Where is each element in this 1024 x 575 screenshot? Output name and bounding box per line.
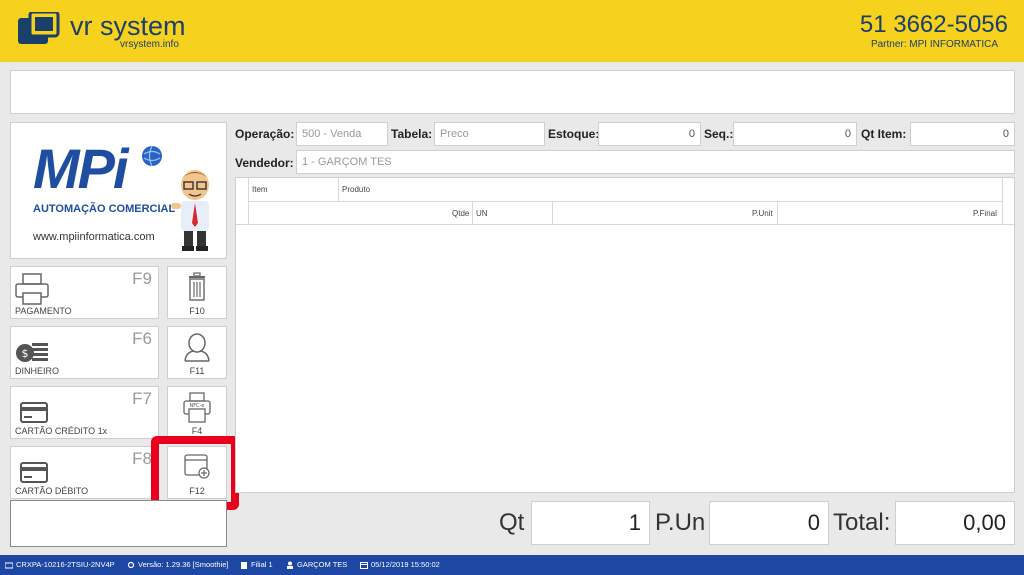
partner-label: Partner: MPI INFORMATICA [870, 39, 998, 50]
unit-price-label: P.Un [655, 509, 706, 536]
col-unit-header[interactable]: UN [476, 209, 488, 218]
f9-key-label: F9 [132, 269, 152, 288]
status-version: Versão: 1.29.36 [Smoothie] [127, 560, 228, 569]
gear-icon [127, 561, 135, 568]
unit-price-field: 0 [709, 501, 829, 545]
keyboard-icon [5, 562, 13, 568]
f6-key-label: F6 [132, 329, 152, 348]
stock-field[interactable]: 0 [598, 122, 701, 146]
partner-logo-panel: MPi AUTOMAÇÃO COMERCIAL www.mpiinformati… [10, 122, 227, 259]
stock-label: Estoque: [548, 127, 600, 141]
table-label: Tabela: [391, 127, 433, 141]
status-user: GARÇOM TES [286, 560, 347, 569]
message-bar [10, 70, 1015, 114]
delete-item-button[interactable]: F10 [167, 266, 227, 319]
f8-key-label: F8 [132, 449, 152, 468]
debit-card-button[interactable]: F8 CARTÃO DÉBITO [10, 446, 159, 499]
cash-button[interactable]: $ F6 DINHEIRO [10, 326, 159, 379]
mpi-subtitle: AUTOMAÇÃO COMERCIAL [33, 203, 176, 215]
qt-item-label: Qt Item: [861, 127, 907, 141]
seller-field[interactable]: 1 - GARÇOM TES [296, 150, 1015, 174]
f11-key-label: F11 [189, 366, 205, 376]
nfce-button[interactable]: NFC-e F4 [167, 386, 227, 439]
f7-key-label: F7 [132, 389, 152, 408]
machine-id: CRXPA-10216-2TSIU-2NV4P [16, 560, 115, 569]
seller-label: Vendedor: [235, 156, 294, 170]
mascot-icon [171, 170, 209, 251]
printer-icon [15, 273, 49, 305]
status-filial: Filial 1 [240, 560, 273, 569]
brand-website: vrsystem.info [120, 39, 179, 50]
globe-icon [142, 145, 162, 167]
seller-button[interactable]: F11 [167, 326, 227, 379]
seq-label: Seq.: [704, 127, 734, 141]
col-unit-price-header[interactable]: P.Unit [752, 209, 773, 218]
credit-card-button[interactable]: F7 CARTÃO CRÉDITO 1x [10, 386, 159, 439]
col-qty-header[interactable]: Qtde [452, 209, 469, 218]
operation-field[interactable]: 500 - Venda [296, 122, 388, 146]
credit-card-label: CARTÃO CRÉDITO 1x [15, 426, 108, 436]
seq-field[interactable]: 0 [733, 122, 857, 146]
mpi-logo-text: MPi [33, 137, 129, 200]
col-final-price-header[interactable]: P.Final [973, 209, 997, 218]
operation-label: Operação: [235, 127, 295, 141]
status-datetime: 05/12/2019 15:50:02 [360, 560, 440, 569]
qt-total-label: Qt [499, 509, 525, 536]
status-bar: CRXPA-10216-2TSIU-2NV4P Versão: 1.29.36 … [0, 555, 1024, 575]
version-text: Versão: 1.29.36 [Smoothie] [138, 560, 229, 569]
debit-card-label: CARTÃO DÉBITO [15, 486, 89, 496]
cash-label: DINHEIRO [15, 366, 60, 376]
app-header: vr system vrsystem.info 51 3662-5056 Par… [0, 0, 1024, 62]
brand-name: vr system [70, 11, 186, 41]
table-field[interactable]: Preco [434, 122, 545, 146]
support-phone: 51 3662-5056 [859, 11, 1008, 38]
building-icon [241, 561, 247, 569]
filial-text: Filial 1 [251, 560, 273, 569]
debit-card-icon [20, 462, 48, 483]
qt-total-field: 1 [531, 501, 650, 545]
credit-card-icon [20, 402, 48, 423]
barcode-input[interactable] [10, 500, 227, 547]
payment-button[interactable]: F9 PAGAMENTO [10, 266, 159, 319]
col-product-header[interactable]: Produto [342, 185, 370, 194]
vr-logo-icon [18, 12, 60, 44]
f4-key-label: F4 [191, 426, 203, 436]
trash-icon [189, 272, 205, 301]
status-machine: CRXPA-10216-2TSIU-2NV4P [5, 560, 115, 569]
total-label: Total: [833, 509, 891, 536]
user-icon [287, 561, 293, 569]
calendar-icon [360, 561, 368, 569]
payment-label: PAGAMENTO [15, 306, 72, 316]
datetime-text: 05/12/2019 15:50:02 [371, 560, 440, 569]
qt-item-field[interactable]: 0 [910, 122, 1015, 146]
user-icon [184, 333, 210, 362]
money-icon: $ [16, 343, 48, 362]
total-field: 0,00 [895, 501, 1015, 545]
mpi-website: www.mpiinformatica.com [33, 231, 155, 243]
svg-text:$: $ [22, 347, 29, 360]
nfce-printer-icon: NFC-e [183, 392, 211, 423]
col-item-header[interactable]: Item [252, 185, 268, 194]
nfce-icon-text: NFC-e [190, 403, 205, 409]
f10-key-label: F10 [189, 306, 205, 316]
f12-highlight-box [151, 436, 239, 510]
user-text: GARÇOM TES [297, 560, 348, 569]
items-grid[interactable]: Item Produto Qtde UN P.Unit P.Final [235, 177, 1015, 493]
